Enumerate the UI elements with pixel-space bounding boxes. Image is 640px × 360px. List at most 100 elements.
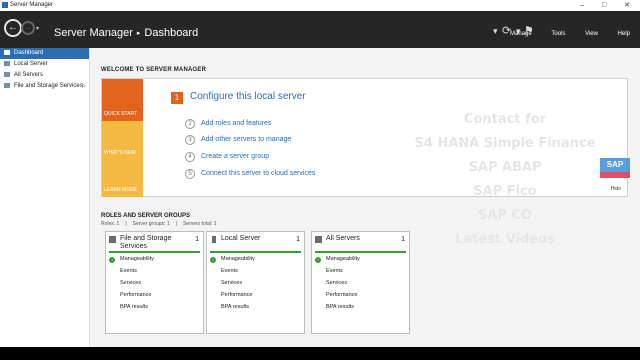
- sidebar-item-local-server[interactable]: Local Server: [0, 59, 89, 70]
- step-number: 4: [185, 152, 195, 162]
- card-row-services[interactable]: Services: [221, 280, 242, 286]
- roles-count: Roles: 1: [101, 221, 120, 227]
- sidebar-item-dashboard[interactable]: Dashboard: [0, 48, 89, 59]
- logo-stripe: [600, 172, 630, 178]
- breadcrumb-separator: ▸: [136, 30, 141, 37]
- card-row-manageability[interactable]: ↑ Manageability: [109, 256, 154, 263]
- menu-manage[interactable]: Manage: [510, 31, 532, 37]
- card-header[interactable]: File and Storage Services 1: [106, 232, 203, 251]
- tile-quick-start[interactable]: QUICK START: [102, 79, 143, 121]
- welcome-title: WELCOME TO SERVER MANAGER: [101, 67, 207, 73]
- storage-icon: [4, 83, 10, 88]
- watermark-line: Contact for: [463, 112, 547, 127]
- group-card-all-servers[interactable]: All Servers 1 ↑ Manageability Events Serv…: [311, 231, 410, 334]
- step-number: 2: [185, 119, 195, 129]
- step-label: Add other servers to manage: [201, 136, 292, 143]
- status-bar: [315, 251, 406, 253]
- watermark-line: SAP CO: [477, 208, 533, 223]
- step-label: Connect this server to cloud services: [201, 170, 316, 177]
- app-icon: [2, 2, 8, 8]
- row-label: Manageability: [120, 256, 154, 262]
- card-row-events[interactable]: Events: [221, 268, 238, 274]
- breadcrumb-page: Dashboard: [144, 27, 199, 39]
- tile-learn-more[interactable]: LEARN MORE: [102, 160, 143, 197]
- sidebar-item-label: All Servers: [14, 72, 44, 78]
- menu-tools[interactable]: Tools: [551, 31, 565, 37]
- cloud-services-link[interactable]: 5 Connect this server to cloud services: [185, 169, 315, 179]
- card-count: 1: [195, 236, 199, 243]
- status-bar: [109, 251, 200, 253]
- card-title: File and Storage Services: [120, 235, 172, 250]
- separator: |: [175, 221, 177, 227]
- card-row-services[interactable]: Services: [120, 280, 141, 286]
- card-count: 1: [296, 236, 300, 243]
- row-label: Manageability: [326, 256, 360, 262]
- menu-view[interactable]: View: [585, 31, 598, 37]
- dashboard-icon: [4, 50, 10, 55]
- step-label: Create a server group: [201, 153, 270, 160]
- status-ok-icon: ↑: [109, 257, 115, 263]
- servers-icon: [4, 72, 10, 77]
- servers-total: Servers total: 1: [182, 221, 217, 227]
- card-row-events[interactable]: Events: [326, 268, 343, 274]
- group-card-local-server[interactable]: Local Server 1 ↑ Manageability Events Ser…: [206, 231, 305, 334]
- server-groups-count: Server groups: 1: [132, 221, 170, 227]
- breadcrumb: Server Manager ▸ Dashboard: [54, 27, 198, 39]
- watermark-line: SAP ABAP: [468, 160, 542, 175]
- status-ok-icon: ↑: [315, 257, 321, 263]
- card-row-bpa[interactable]: BPA results: [221, 304, 249, 310]
- card-row-performance[interactable]: Performance: [221, 292, 253, 298]
- row-label: Manageability: [221, 256, 255, 262]
- navigation-bar: ← → ▾ Server Manager ▸ Dashboard ▾ ⟳ ▾ ⚑ M…: [0, 11, 640, 48]
- sidebar-item-label: Dashboard: [14, 50, 44, 56]
- step-number: 3: [185, 135, 195, 145]
- servers-icon: [315, 236, 322, 243]
- server-icon: [4, 61, 10, 66]
- configure-local-server-link[interactable]: Configure this local server: [190, 91, 306, 102]
- sap-logo: SAP: [600, 158, 630, 178]
- window-title-bar: Server Manager – □ ✕: [0, 0, 640, 11]
- card-header[interactable]: Local Server 1: [207, 232, 304, 251]
- card-row-bpa[interactable]: BPA results: [120, 304, 148, 310]
- card-row-performance[interactable]: Performance: [326, 292, 358, 298]
- tile-label: QUICK START: [104, 111, 138, 117]
- watermark-line: S4 HANA Simple Finance: [414, 136, 596, 151]
- card-row-bpa[interactable]: BPA results: [326, 304, 354, 310]
- expand-icon[interactable]: ▷: [82, 81, 86, 92]
- sidebar-item-all-servers[interactable]: All Servers: [0, 70, 89, 81]
- group-card-file-storage[interactable]: File and Storage Services 1 ↑ Manageabili…: [105, 231, 204, 334]
- sidebar-item-label: Local Server: [14, 61, 48, 67]
- step-number: 1: [171, 92, 183, 104]
- sidebar: Dashboard Local Server All Servers File …: [0, 48, 90, 347]
- forward-button[interactable]: →: [21, 21, 35, 35]
- history-dropdown-icon[interactable]: ▾: [36, 25, 39, 32]
- watermark-line: SAP Fico: [473, 184, 537, 199]
- card-title: All Servers: [326, 235, 360, 242]
- add-roles-link[interactable]: 2 Add roles and features: [185, 119, 271, 129]
- step-label: Add roles and features: [201, 120, 272, 127]
- tile-label: WHAT'S NEW: [104, 150, 136, 156]
- status-bar: [210, 251, 301, 253]
- status-ok-icon: ↑: [210, 257, 216, 263]
- create-server-group-link[interactable]: 4 Create a server group: [185, 152, 269, 162]
- card-row-manageability[interactable]: ↑ Manageability: [315, 256, 360, 263]
- window-controls[interactable]: – □ ✕: [580, 1, 638, 9]
- card-title: Local Server: [221, 235, 261, 242]
- card-row-performance[interactable]: Performance: [120, 292, 152, 298]
- groups-title: ROLES AND SERVER GROUPS: [101, 213, 191, 219]
- menu-bar: Manage Tools View Help: [492, 31, 630, 37]
- server-icon: [212, 236, 216, 243]
- menu-help[interactable]: Help: [618, 31, 630, 37]
- add-servers-link[interactable]: 3 Add other servers to manage: [185, 135, 291, 145]
- tile-whats-new[interactable]: WHAT'S NEW: [102, 121, 143, 160]
- card-header[interactable]: All Servers 1: [312, 232, 409, 251]
- storage-icon: [109, 236, 116, 243]
- card-row-services[interactable]: Services: [326, 280, 347, 286]
- card-row-events[interactable]: Events: [120, 268, 137, 274]
- separator: |: [125, 221, 127, 227]
- logo-text: SAP: [606, 160, 624, 169]
- card-row-manageability[interactable]: ↑ Manageability: [210, 256, 255, 263]
- groups-summary: Roles: 1 | Server groups: 1 | Servers total:…: [101, 221, 223, 227]
- back-button[interactable]: ←: [4, 19, 22, 37]
- sidebar-item-file-storage[interactable]: File and Storage Services ▷: [0, 81, 89, 92]
